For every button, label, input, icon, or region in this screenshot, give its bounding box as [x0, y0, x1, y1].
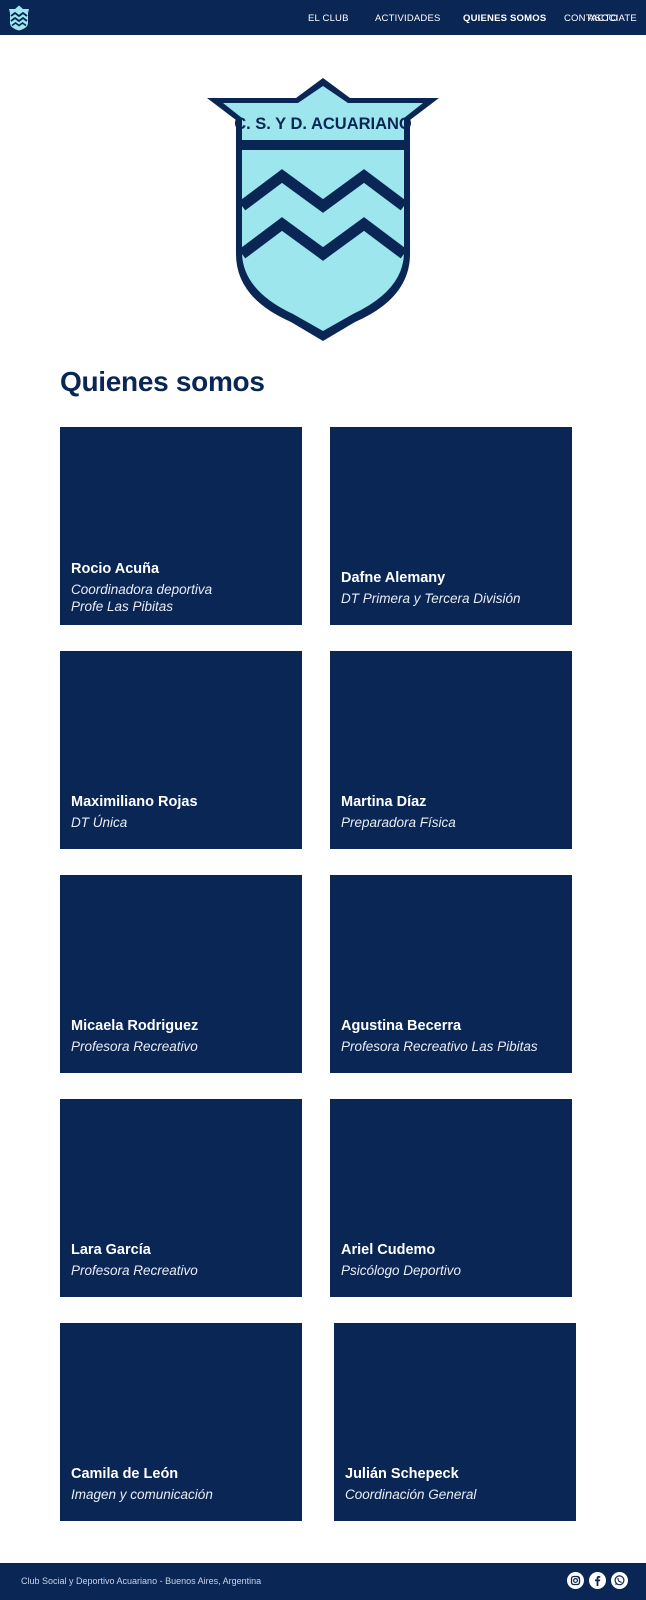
- member-role: Coordinación General: [345, 1487, 477, 1502]
- club-crest: C. S. Y D. ACUARIANO: [207, 78, 439, 341]
- member-name: Lara García: [71, 1242, 151, 1258]
- member-role: Profesora Recreativo Las Pibitas: [341, 1039, 538, 1054]
- team-card: Rocio Acuña Coordinadora deportiva Profe…: [60, 427, 302, 625]
- member-role: Imagen y comunicación: [71, 1487, 213, 1502]
- member-name: Micaela Rodriguez: [71, 1018, 199, 1034]
- nav-actividades[interactable]: ACTIVIDADES: [375, 13, 441, 24]
- whatsapp-icon[interactable]: [611, 1572, 628, 1589]
- page-title: Quienes somos: [60, 366, 265, 397]
- member-role: Psicólogo Deportivo: [341, 1263, 462, 1278]
- member-name: Camila de León: [71, 1466, 179, 1482]
- team-card: Dafne Alemany DT Primera y Tercera Divis…: [330, 427, 572, 625]
- member-name: Agustina Becerra: [341, 1018, 462, 1034]
- member-name: Maximiliano Rojas: [71, 794, 198, 810]
- member-role: Profesora Recreativo: [71, 1039, 198, 1054]
- team-card: Agustina Becerra Profesora Recreativo La…: [330, 875, 572, 1073]
- member-name: Ariel Cudemo: [341, 1242, 436, 1258]
- club-logo-icon[interactable]: [8, 5, 30, 31]
- member-role: Coordinadora deportiva Profe Las Pibitas: [71, 582, 213, 614]
- top-navbar: EL CLUB ACTIVIDADES QUIENES SOMOS CONTAC…: [0, 0, 646, 35]
- team-card: Julián Schepeck Coordinación General: [334, 1323, 576, 1521]
- main-nav: EL CLUB ACTIVIDADES QUIENES SOMOS CONTAC…: [246, 0, 646, 35]
- team-card: Camila de León Imagen y comunicación: [60, 1323, 302, 1521]
- instagram-icon[interactable]: [567, 1572, 584, 1589]
- member-role: DT Única: [71, 815, 128, 830]
- member-role: DT Primera y Tercera División: [341, 591, 521, 606]
- team-card: Ariel Cudemo Psicólogo Deportivo: [330, 1099, 572, 1297]
- crest-title: C. S. Y D. ACUARIANO: [234, 115, 412, 133]
- team-card: Micaela Rodriguez Profesora Recreativo: [60, 875, 302, 1073]
- member-role: Profesora Recreativo: [71, 1263, 198, 1278]
- nav-asociate[interactable]: ASOCIATE: [588, 13, 637, 24]
- team-card: Lara García Profesora Recreativo: [60, 1099, 302, 1297]
- nav-el-club[interactable]: EL CLUB: [308, 13, 349, 24]
- member-name: Martina Díaz: [341, 794, 427, 810]
- team-card: Martina Díaz Preparadora Física: [330, 651, 572, 849]
- nav-quienes-somos[interactable]: QUIENES SOMOS: [463, 13, 546, 24]
- footer: Club Social y Deportivo Acuariano - Buen…: [0, 1563, 646, 1600]
- member-name: Rocio Acuña: [71, 561, 160, 577]
- member-role: Preparadora Física: [341, 815, 456, 830]
- team-card: Maximiliano Rojas DT Única: [60, 651, 302, 849]
- member-name: Julián Schepeck: [345, 1466, 459, 1482]
- member-name: Dafne Alemany: [341, 570, 446, 586]
- footer-text: Club Social y Deportivo Acuariano - Buen…: [21, 1576, 262, 1586]
- facebook-icon[interactable]: [589, 1572, 606, 1589]
